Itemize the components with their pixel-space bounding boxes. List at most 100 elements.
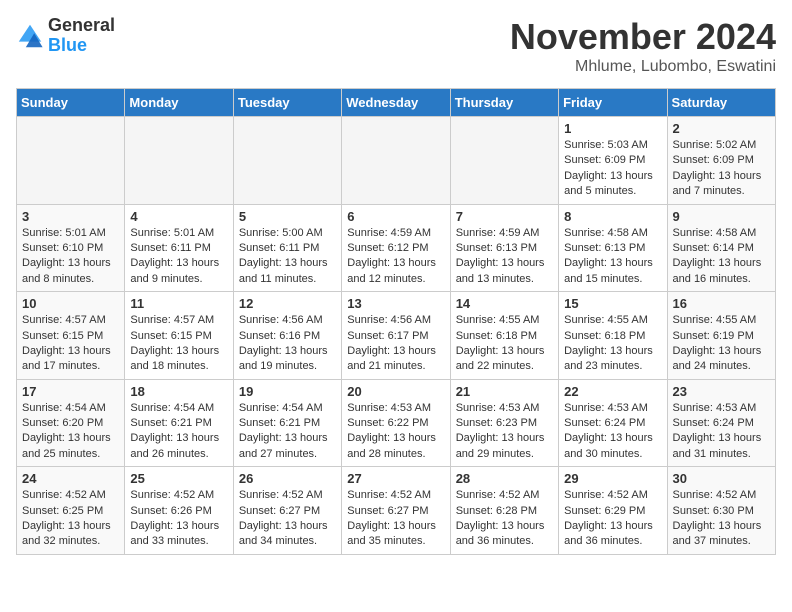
calendar-cell <box>450 117 558 205</box>
calendar-cell: 7 Sunrise: 4:59 AM Sunset: 6:13 PM Daylig… <box>450 204 558 292</box>
title-area: November 2024 Mhlume, Lubombo, Eswatini <box>510 16 776 76</box>
day-number: 8 <box>564 209 661 224</box>
cell-info: Sunrise: 4:55 AM Sunset: 6:18 PM Dayligh… <box>456 313 553 375</box>
day-number: 13 <box>347 296 444 311</box>
day-number: 20 <box>347 384 444 399</box>
day-number: 5 <box>239 209 336 224</box>
cell-info: Sunrise: 4:52 AM Sunset: 6:28 PM Dayligh… <box>456 488 553 550</box>
calendar-cell: 10 Sunrise: 4:57 AM Sunset: 6:15 PM Dayli… <box>17 292 125 380</box>
day-number: 25 <box>130 471 227 486</box>
cell-info: Sunrise: 4:53 AM Sunset: 6:23 PM Dayligh… <box>456 401 553 463</box>
calendar-cell: 16 Sunrise: 4:55 AM Sunset: 6:19 PM Dayli… <box>667 292 775 380</box>
cell-info: Sunrise: 4:59 AM Sunset: 6:12 PM Dayligh… <box>347 226 444 288</box>
calendar-cell: 4 Sunrise: 5:01 AM Sunset: 6:11 PM Daylig… <box>125 204 233 292</box>
calendar-cell: 11 Sunrise: 4:57 AM Sunset: 6:15 PM Dayli… <box>125 292 233 380</box>
cell-info: Sunrise: 4:52 AM Sunset: 6:25 PM Dayligh… <box>22 488 119 550</box>
day-header-sunday: Sunday <box>17 89 125 117</box>
cell-info: Sunrise: 4:56 AM Sunset: 6:17 PM Dayligh… <box>347 313 444 375</box>
calendar-cell: 18 Sunrise: 4:54 AM Sunset: 6:21 PM Dayli… <box>125 379 233 467</box>
calendar-cell: 24 Sunrise: 4:52 AM Sunset: 6:25 PM Dayli… <box>17 467 125 555</box>
day-number: 24 <box>22 471 119 486</box>
day-number: 14 <box>456 296 553 311</box>
calendar-cell: 5 Sunrise: 5:00 AM Sunset: 6:11 PM Daylig… <box>233 204 341 292</box>
cell-info: Sunrise: 4:55 AM Sunset: 6:18 PM Dayligh… <box>564 313 661 375</box>
cell-info: Sunrise: 4:58 AM Sunset: 6:13 PM Dayligh… <box>564 226 661 288</box>
cell-info: Sunrise: 4:58 AM Sunset: 6:14 PM Dayligh… <box>673 226 770 288</box>
cell-info: Sunrise: 4:54 AM Sunset: 6:21 PM Dayligh… <box>130 401 227 463</box>
day-header-wednesday: Wednesday <box>342 89 450 117</box>
calendar-cell: 21 Sunrise: 4:53 AM Sunset: 6:23 PM Dayli… <box>450 379 558 467</box>
cell-info: Sunrise: 4:54 AM Sunset: 6:20 PM Dayligh… <box>22 401 119 463</box>
week-row-3: 10 Sunrise: 4:57 AM Sunset: 6:15 PM Dayli… <box>17 292 776 380</box>
day-header-saturday: Saturday <box>667 89 775 117</box>
cell-info: Sunrise: 5:03 AM Sunset: 6:09 PM Dayligh… <box>564 138 661 200</box>
calendar-cell: 15 Sunrise: 4:55 AM Sunset: 6:18 PM Dayli… <box>559 292 667 380</box>
day-number: 29 <box>564 471 661 486</box>
calendar-cell: 12Sunrise: 4:56 AM Sunset: 6:16 PM Dayli… <box>233 292 341 380</box>
day-number: 27 <box>347 471 444 486</box>
cell-info: Sunrise: 4:55 AM Sunset: 6:19 PM Dayligh… <box>673 313 770 375</box>
calendar-cell: 22Sunrise: 4:53 AM Sunset: 6:24 PM Dayli… <box>559 379 667 467</box>
day-number: 30 <box>673 471 770 486</box>
calendar-table: SundayMondayTuesdayWednesdayThursdayFrid… <box>16 88 776 555</box>
day-number: 18 <box>130 384 227 399</box>
cell-info: Sunrise: 5:01 AM Sunset: 6:11 PM Dayligh… <box>130 226 227 288</box>
day-number: 3 <box>22 209 119 224</box>
location: Mhlume, Lubombo, Eswatini <box>510 58 776 76</box>
day-number: 2 <box>673 121 770 136</box>
day-number: 11 <box>130 296 227 311</box>
day-header-monday: Monday <box>125 89 233 117</box>
calendar-cell <box>125 117 233 205</box>
cell-info: Sunrise: 4:57 AM Sunset: 6:15 PM Dayligh… <box>22 313 119 375</box>
day-number: 21 <box>456 384 553 399</box>
logo-icon <box>16 22 44 50</box>
calendar-cell: 6Sunrise: 4:59 AM Sunset: 6:12 PM Daylig… <box>342 204 450 292</box>
cell-info: Sunrise: 4:56 AM Sunset: 6:16 PM Dayligh… <box>239 313 336 375</box>
calendar-cell: 2 Sunrise: 5:02 AM Sunset: 6:09 PM Daylig… <box>667 117 775 205</box>
cell-info: Sunrise: 4:52 AM Sunset: 6:27 PM Dayligh… <box>347 488 444 550</box>
cell-info: Sunrise: 5:00 AM Sunset: 6:11 PM Dayligh… <box>239 226 336 288</box>
calendar-cell <box>342 117 450 205</box>
day-number: 7 <box>456 209 553 224</box>
day-number: 15 <box>564 296 661 311</box>
logo-text: General Blue <box>48 16 115 56</box>
cell-info: Sunrise: 5:02 AM Sunset: 6:09 PM Dayligh… <box>673 138 770 200</box>
logo: General Blue <box>16 16 115 56</box>
day-number: 4 <box>130 209 227 224</box>
calendar-cell: 20Sunrise: 4:53 AM Sunset: 6:22 PM Dayli… <box>342 379 450 467</box>
calendar-cell: 26Sunrise: 4:52 AM Sunset: 6:27 PM Dayli… <box>233 467 341 555</box>
cell-info: Sunrise: 4:52 AM Sunset: 6:26 PM Dayligh… <box>130 488 227 550</box>
calendar-cell: 9 Sunrise: 4:58 AM Sunset: 6:14 PM Daylig… <box>667 204 775 292</box>
calendar-cell: 25 Sunrise: 4:52 AM Sunset: 6:26 PM Dayli… <box>125 467 233 555</box>
cell-info: Sunrise: 4:52 AM Sunset: 6:29 PM Dayligh… <box>564 488 661 550</box>
calendar-cell: 23 Sunrise: 4:53 AM Sunset: 6:24 PM Dayli… <box>667 379 775 467</box>
day-number: 19 <box>239 384 336 399</box>
cell-info: Sunrise: 4:53 AM Sunset: 6:24 PM Dayligh… <box>673 401 770 463</box>
week-row-4: 17 Sunrise: 4:54 AM Sunset: 6:20 PM Dayli… <box>17 379 776 467</box>
cell-info: Sunrise: 4:53 AM Sunset: 6:24 PM Dayligh… <box>564 401 661 463</box>
header: General Blue November 2024 Mhlume, Lubom… <box>16 16 776 76</box>
day-number: 1 <box>564 121 661 136</box>
calendar-cell <box>233 117 341 205</box>
calendar-cell: 14 Sunrise: 4:55 AM Sunset: 6:18 PM Dayli… <box>450 292 558 380</box>
day-number: 16 <box>673 296 770 311</box>
day-number: 10 <box>22 296 119 311</box>
calendar-cell: 3 Sunrise: 5:01 AM Sunset: 6:10 PM Daylig… <box>17 204 125 292</box>
cell-info: Sunrise: 4:59 AM Sunset: 6:13 PM Dayligh… <box>456 226 553 288</box>
day-number: 23 <box>673 384 770 399</box>
day-number: 17 <box>22 384 119 399</box>
calendar-cell: 13 Sunrise: 4:56 AM Sunset: 6:17 PM Dayli… <box>342 292 450 380</box>
calendar-cell: 29 Sunrise: 4:52 AM Sunset: 6:29 PM Dayli… <box>559 467 667 555</box>
cell-info: Sunrise: 4:57 AM Sunset: 6:15 PM Dayligh… <box>130 313 227 375</box>
day-number: 26 <box>239 471 336 486</box>
day-number: 9 <box>673 209 770 224</box>
calendar-cell: 27 Sunrise: 4:52 AM Sunset: 6:27 PM Dayli… <box>342 467 450 555</box>
week-row-2: 3 Sunrise: 5:01 AM Sunset: 6:10 PM Daylig… <box>17 204 776 292</box>
cell-info: Sunrise: 4:52 AM Sunset: 6:30 PM Dayligh… <box>673 488 770 550</box>
calendar-cell: 1 Sunrise: 5:03 AM Sunset: 6:09 PM Daylig… <box>559 117 667 205</box>
day-number: 28 <box>456 471 553 486</box>
header-row: SundayMondayTuesdayWednesdayThursdayFrid… <box>17 89 776 117</box>
day-header-tuesday: Tuesday <box>233 89 341 117</box>
cell-info: Sunrise: 5:01 AM Sunset: 6:10 PM Dayligh… <box>22 226 119 288</box>
week-row-1: 1 Sunrise: 5:03 AM Sunset: 6:09 PM Daylig… <box>17 117 776 205</box>
